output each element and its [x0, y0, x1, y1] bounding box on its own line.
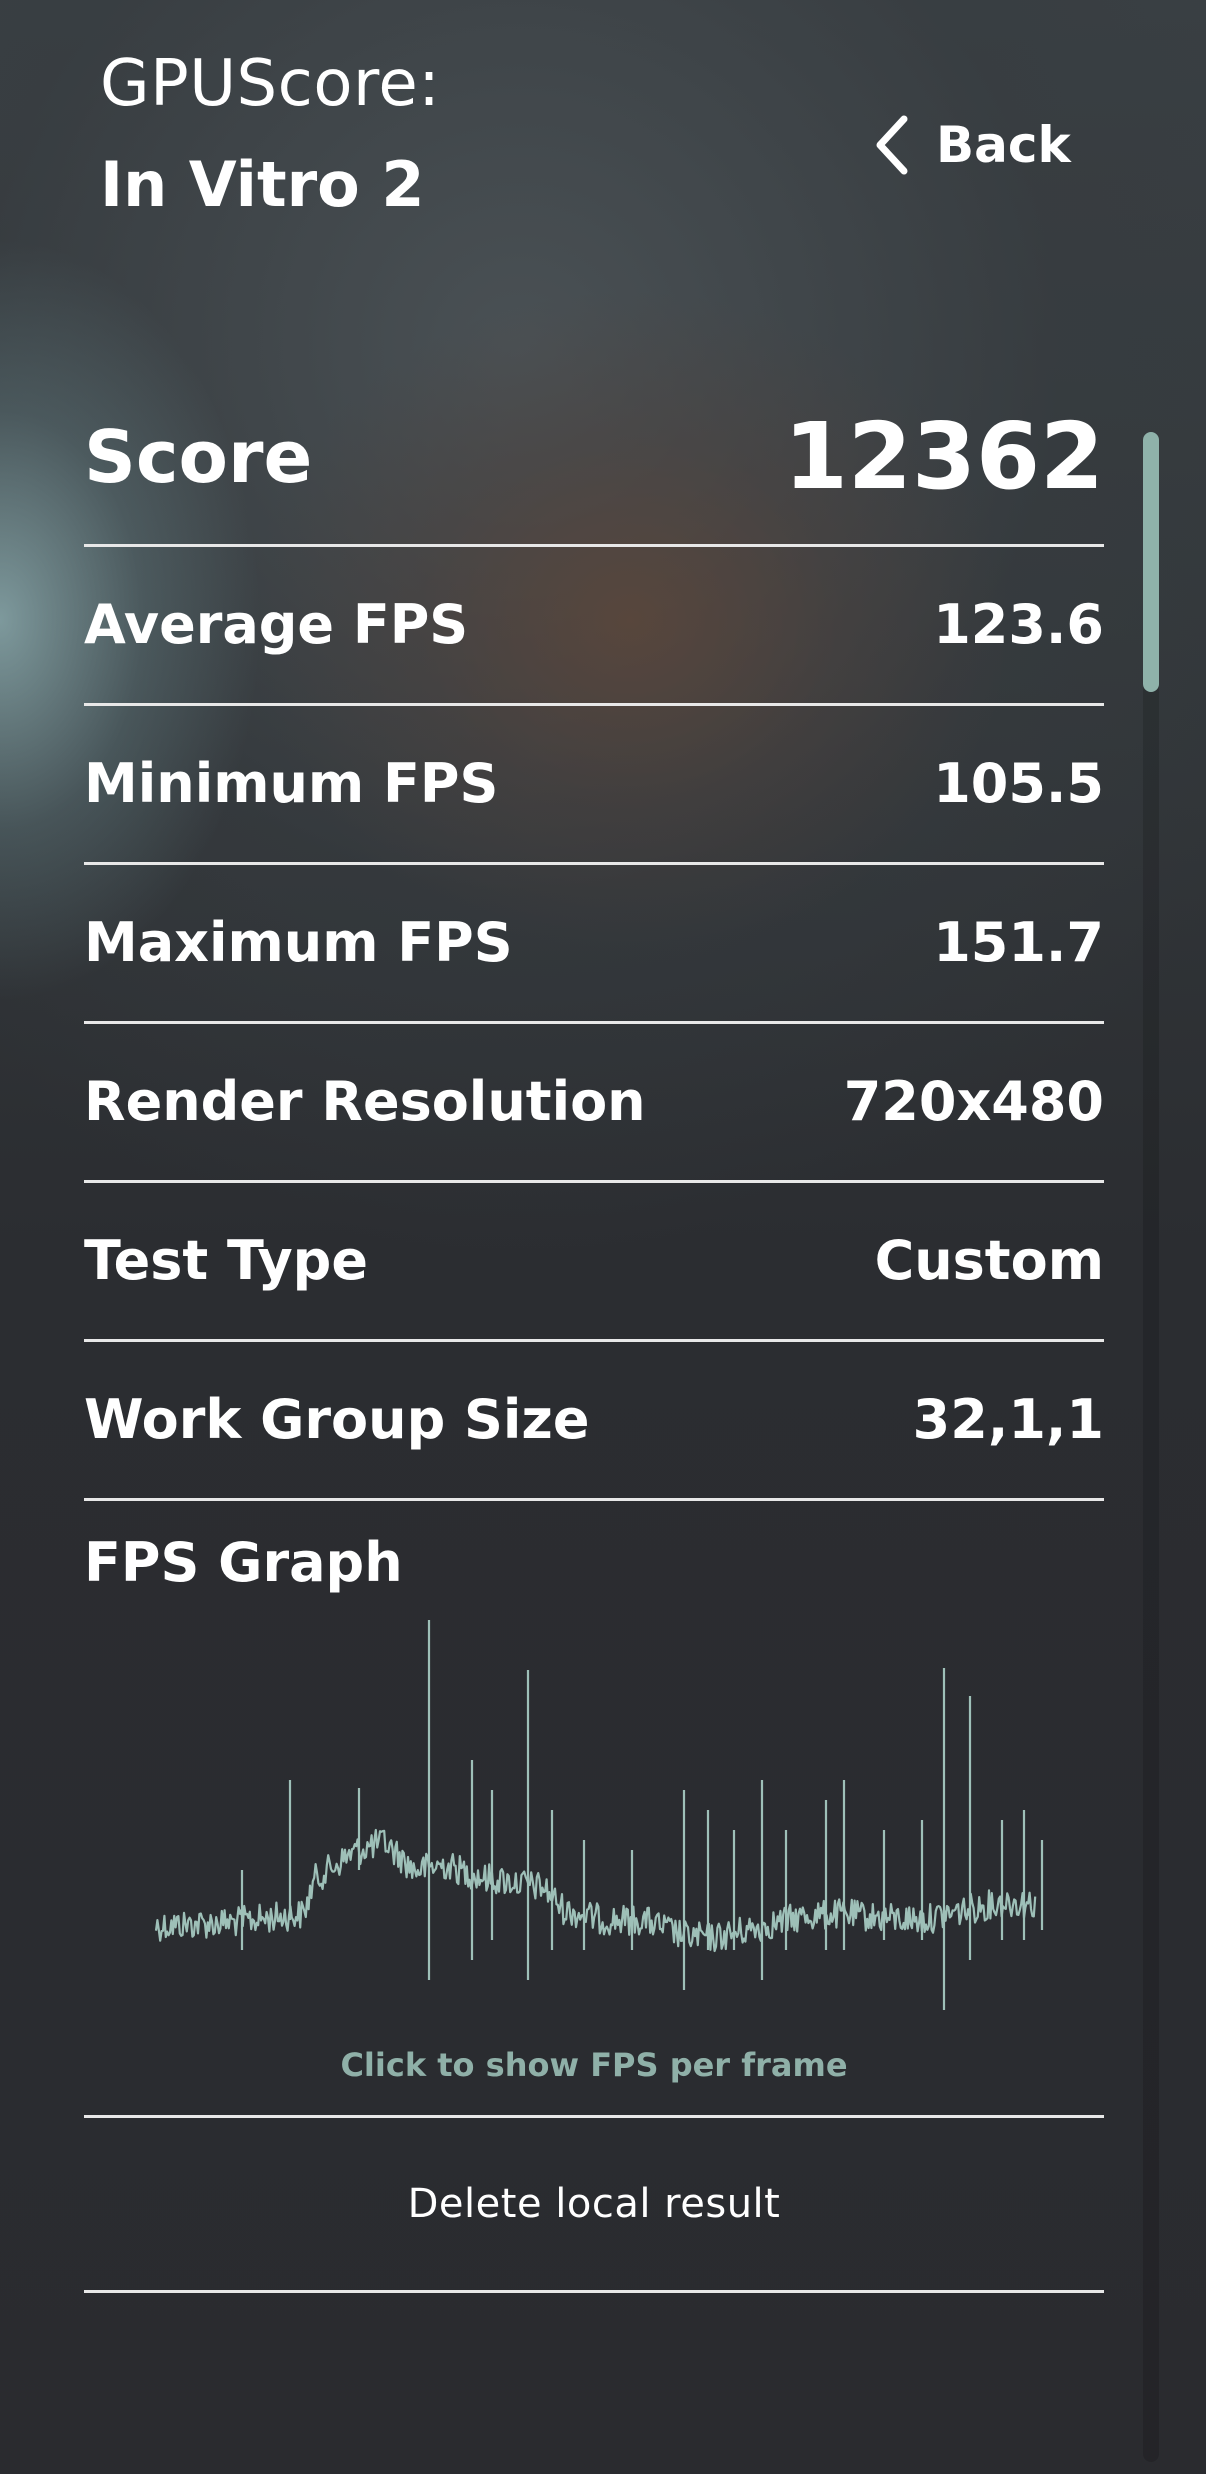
- stat-row-test-type: Test Type Custom: [84, 1183, 1104, 1342]
- chevron-left-icon: [876, 115, 908, 175]
- stat-label: Test Type: [84, 1229, 368, 1292]
- stat-row-maximum-fps: Maximum FPS 151.7: [84, 865, 1104, 1024]
- fps-graph-title: FPS Graph: [84, 1531, 403, 1594]
- stat-label: Minimum FPS: [84, 752, 499, 815]
- stat-value: 151.7: [933, 911, 1104, 974]
- stat-label: Maximum FPS: [84, 911, 513, 974]
- stat-label: Work Group Size: [84, 1388, 590, 1451]
- back-label: Back: [936, 116, 1071, 174]
- stat-value: 123.6: [933, 593, 1104, 656]
- back-button[interactable]: Back: [870, 110, 1071, 180]
- fps-graph[interactable]: [84, 1620, 1104, 2030]
- stat-value: 32,1,1: [912, 1388, 1104, 1451]
- scrollbar-thumb[interactable]: [1143, 432, 1159, 692]
- stat-label: Average FPS: [84, 593, 469, 656]
- score-value: 12362: [783, 403, 1104, 510]
- stat-value: 720x480: [843, 1070, 1104, 1133]
- stat-row-work-group-size: Work Group Size 32,1,1: [84, 1342, 1104, 1501]
- stat-row-minimum-fps: Minimum FPS 105.5: [84, 706, 1104, 865]
- score-row: Score 12362: [84, 370, 1104, 547]
- stat-label: Render Resolution: [84, 1070, 646, 1133]
- stat-row-render-resolution: Render Resolution 720x480: [84, 1024, 1104, 1183]
- show-fps-per-frame-link[interactable]: Click to show FPS per frame: [84, 2046, 1104, 2084]
- stat-value: 105.5: [933, 752, 1104, 815]
- benchmark-title: In Vitro 2: [100, 148, 425, 221]
- delete-local-result-button[interactable]: Delete local result: [84, 2118, 1104, 2290]
- stat-value: Custom: [874, 1229, 1104, 1292]
- score-label: Score: [84, 415, 313, 499]
- fps-graph-spikes: [240, 1620, 1044, 2010]
- divider: [84, 2290, 1104, 2293]
- stat-row-average-fps: Average FPS 123.6: [84, 547, 1104, 706]
- scrollbar-track[interactable]: [1143, 432, 1159, 2462]
- app-title: GPUScore:: [100, 47, 441, 121]
- fps-graph-line: [154, 1828, 1037, 1953]
